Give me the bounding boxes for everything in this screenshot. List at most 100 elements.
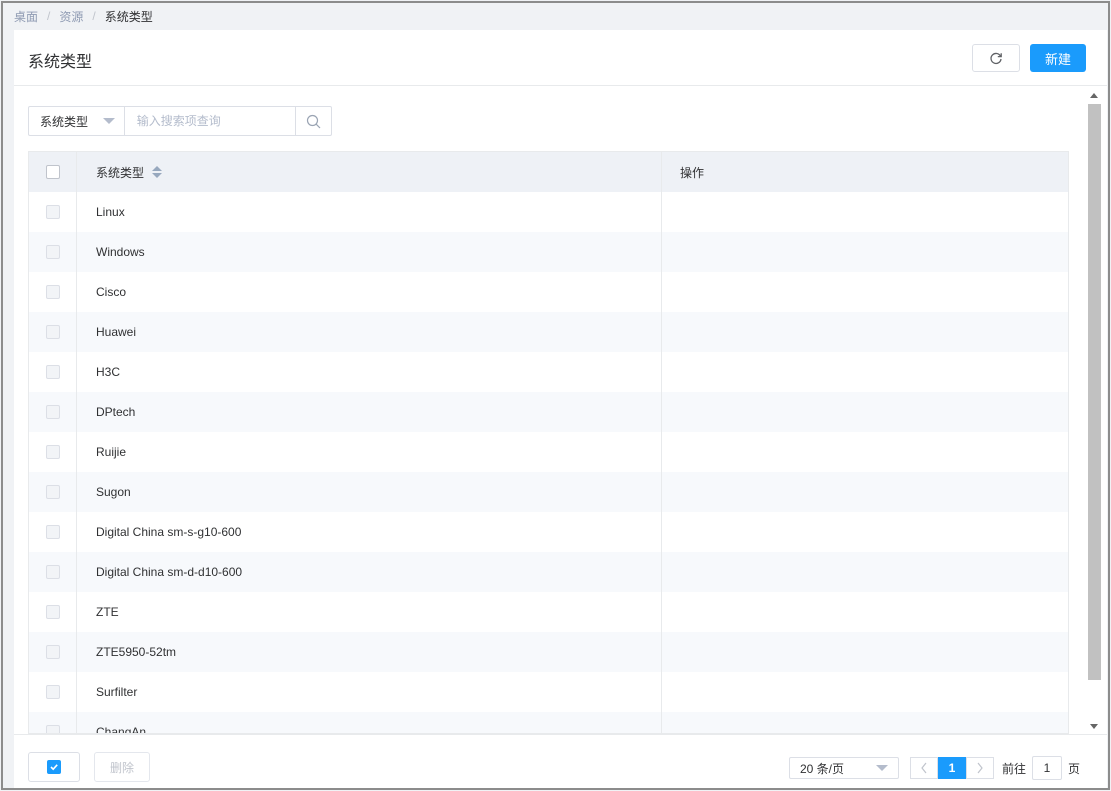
row-checkbox[interactable]: [45, 645, 60, 659]
pagination: 1: [910, 757, 994, 779]
window-frame: 桌面 / 资源 / 系统类型 系统类型 新建 系统类型 输入搜索项查询 系统类型…: [1, 1, 1110, 790]
row-action-cell: [662, 272, 1068, 312]
row-system-type: ChangAn: [77, 712, 662, 733]
scrollbar-thumb[interactable]: [1088, 104, 1101, 680]
row-action-cell: [662, 672, 1068, 712]
table-row[interactable]: Cisco: [29, 272, 1068, 312]
select-all-button[interactable]: [28, 752, 80, 782]
vertical-scrollbar[interactable]: [1086, 88, 1103, 734]
row-checkbox[interactable]: [45, 325, 60, 339]
row-system-type: Sugon: [77, 472, 662, 512]
search-input[interactable]: [124, 107, 296, 135]
table-row[interactable]: Linux: [29, 192, 1068, 232]
table-footer: 删除 20 条/页 1 前往 页: [14, 734, 1107, 788]
row-check-cell: [29, 392, 77, 432]
table-row[interactable]: Huawei: [29, 312, 1068, 352]
table-row[interactable]: ChangAn: [29, 712, 1068, 733]
next-page-button[interactable]: [966, 757, 994, 779]
table-body: Linux Windows Cisco Huawei H3C DPtech Ruijie Su…: [29, 192, 1068, 733]
table-row[interactable]: Windows: [29, 232, 1068, 272]
breadcrumb-separator: /: [47, 9, 51, 23]
row-check-cell: [29, 472, 77, 512]
row-checkbox[interactable]: [45, 245, 60, 259]
page-size-value: 20 条/页: [800, 761, 845, 776]
table-row[interactable]: DPtech: [29, 392, 1068, 432]
row-action-cell: [662, 312, 1068, 352]
page-jumper: 前往 页: [1002, 755, 1080, 781]
goto-page-input[interactable]: [1032, 756, 1063, 780]
row-system-type: Huawei: [77, 312, 662, 352]
panel-header: 系统类型 新建: [14, 30, 1107, 86]
row-action-cell: [662, 192, 1068, 232]
row-system-type: DPtech: [77, 392, 662, 432]
new-button[interactable]: 新建: [1030, 44, 1086, 72]
content-panel: 系统类型 新建 系统类型 输入搜索项查询 系统类型 操作 Linux Windo…: [14, 30, 1107, 788]
breadcrumb-separator: /: [92, 9, 96, 23]
prev-page-button[interactable]: [910, 757, 938, 779]
row-check-cell: [29, 272, 77, 312]
checked-checkbox-icon: [47, 760, 61, 774]
breadcrumb-item-resources[interactable]: 资源: [59, 8, 83, 25]
scroll-down-icon[interactable]: [1090, 724, 1098, 729]
row-checkbox[interactable]: [45, 485, 60, 499]
row-system-type: Linux: [77, 192, 662, 232]
row-action-cell: [662, 512, 1068, 552]
row-action-cell: [662, 552, 1068, 592]
row-checkbox[interactable]: [45, 565, 60, 579]
table-row[interactable]: ZTE5950-52tm: [29, 632, 1068, 672]
row-check-cell: [29, 672, 77, 712]
row-checkbox[interactable]: [45, 685, 60, 699]
table-row[interactable]: Digital China sm-d-d10-600: [29, 552, 1068, 592]
row-check-cell: [29, 232, 77, 272]
page-number-current[interactable]: 1: [938, 757, 966, 779]
column-header-action: 操作: [680, 165, 705, 180]
breadcrumb-item-desktop[interactable]: 桌面: [14, 8, 38, 25]
scroll-up-icon[interactable]: [1090, 93, 1098, 98]
column-header-system-type[interactable]: 系统类型: [77, 152, 662, 192]
caret-down-icon: [103, 118, 115, 124]
search-field-select[interactable]: 系统类型: [29, 107, 125, 135]
table-row[interactable]: ZTE: [29, 592, 1068, 632]
search-button[interactable]: [295, 107, 331, 135]
row-system-type: Digital China sm-d-d10-600: [77, 552, 662, 592]
table-row[interactable]: Digital China sm-s-g10-600: [29, 512, 1068, 552]
row-check-cell: [29, 552, 77, 592]
row-check-cell: [29, 312, 77, 352]
sort-icon[interactable]: [152, 166, 163, 178]
chevron-left-icon: [921, 762, 927, 774]
row-system-type: Digital China sm-s-g10-600: [77, 512, 662, 552]
refresh-button[interactable]: [972, 44, 1020, 72]
row-checkbox[interactable]: [45, 285, 60, 299]
row-action-cell: [662, 632, 1068, 672]
page-size-select[interactable]: 20 条/页: [789, 757, 899, 779]
row-checkbox[interactable]: [45, 605, 60, 619]
row-checkbox[interactable]: [45, 405, 60, 419]
row-action-cell: [662, 232, 1068, 272]
goto-prefix: 前往: [1002, 761, 1027, 776]
goto-suffix: 页: [1068, 761, 1081, 776]
breadcrumb: 桌面 / 资源 / 系统类型: [14, 6, 153, 26]
table-row[interactable]: Sugon: [29, 472, 1068, 512]
row-checkbox[interactable]: [45, 525, 60, 539]
data-table: 系统类型 操作 Linux Windows Cisco Huawei H3C DPtech…: [28, 151, 1069, 734]
table-row[interactable]: H3C: [29, 352, 1068, 392]
row-action-cell: [662, 392, 1068, 432]
row-checkbox[interactable]: [45, 445, 60, 459]
row-check-cell: [29, 512, 77, 552]
delete-button[interactable]: 删除: [94, 752, 150, 782]
row-check-cell: [29, 712, 77, 733]
row-system-type: ZTE5950-52tm: [77, 632, 662, 672]
row-check-cell: [29, 352, 77, 392]
row-checkbox[interactable]: [45, 725, 60, 733]
select-all-checkbox[interactable]: [45, 165, 60, 179]
search-bar: 系统类型: [28, 106, 332, 136]
row-check-cell: [29, 592, 77, 632]
search-icon: [306, 114, 321, 128]
table-row[interactable]: Surfilter: [29, 672, 1068, 712]
row-action-cell: [662, 472, 1068, 512]
row-system-type: H3C: [77, 352, 662, 392]
table-row[interactable]: Ruijie: [29, 432, 1068, 472]
row-checkbox[interactable]: [45, 205, 60, 219]
row-checkbox[interactable]: [45, 365, 60, 379]
page-title: 系统类型: [28, 54, 93, 71]
